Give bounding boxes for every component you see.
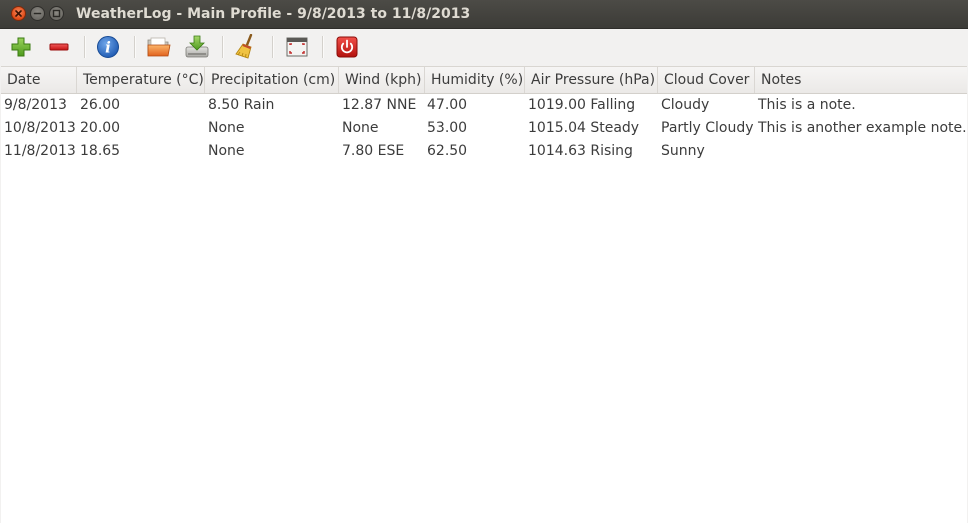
- cell-cloud-cover: Sunny: [661, 143, 705, 159]
- toolbar-separator: [134, 36, 136, 58]
- column-header-precipitation[interactable]: Precipitation (cm): [205, 67, 339, 93]
- cell-wind: 7.80 ESE: [342, 143, 405, 159]
- cell-date: 9/8/2013: [4, 97, 67, 113]
- column-header-air-pressure[interactable]: Air Pressure (hPa): [525, 67, 658, 93]
- import-button[interactable]: [146, 34, 172, 60]
- cell-date: 10/8/2013: [4, 120, 76, 136]
- cell-cloud-cover: Cloudy: [661, 97, 710, 113]
- remove-icon: [49, 43, 69, 51]
- records-table[interactable]: Date Temperature (°C) Precipitation (cm)…: [1, 66, 967, 523]
- column-header-wind[interactable]: Wind (kph): [339, 67, 425, 93]
- minimize-icon: [33, 12, 42, 15]
- fullscreen-icon: [286, 37, 308, 57]
- close-icon: [15, 10, 22, 17]
- cell-precipitation: None: [208, 143, 245, 159]
- cell-wind: None: [342, 120, 379, 136]
- toolbar-separator: [322, 36, 324, 58]
- close-window-button[interactable]: [11, 6, 26, 21]
- app-window: WeatherLog - Main Profile - 9/8/2013 to …: [0, 0, 968, 523]
- title-bar[interactable]: WeatherLog - Main Profile - 9/8/2013 to …: [0, 0, 968, 29]
- info-icon: i: [97, 36, 119, 58]
- cell-date: 11/8/2013: [4, 143, 76, 159]
- clear-data-button[interactable]: [233, 34, 259, 60]
- maximize-icon: [52, 9, 61, 18]
- column-header-notes[interactable]: Notes: [755, 67, 967, 93]
- toolbar-separator: [222, 36, 224, 58]
- column-header-date[interactable]: Date: [1, 67, 77, 93]
- cell-air-pressure: 1014.63 Rising: [528, 143, 633, 159]
- import-folder-icon: [147, 37, 171, 57]
- maximize-window-button[interactable]: [49, 6, 64, 21]
- table-row[interactable]: 10/8/2013 20.00 None None 53.00 1015.04 …: [1, 117, 967, 140]
- table-row[interactable]: 11/8/2013 18.65 None 7.80 ESE 62.50 1014…: [1, 140, 967, 163]
- minimize-window-button[interactable]: [30, 6, 45, 21]
- column-header-cloud-cover[interactable]: Cloud Cover: [658, 67, 755, 93]
- cell-air-pressure: 1019.00 Falling: [528, 97, 636, 113]
- cell-wind: 12.87 NNE: [342, 97, 417, 113]
- clear-broom-icon: [235, 34, 253, 59]
- toolbar: i: [0, 29, 968, 66]
- cell-humidity: 47.00: [427, 97, 468, 113]
- column-header-temperature[interactable]: Temperature (°C): [77, 67, 205, 93]
- export-button[interactable]: [184, 34, 210, 60]
- cell-air-pressure: 1015.04 Steady: [528, 120, 640, 136]
- table-row[interactable]: 9/8/2013 26.00 8.50 Rain 12.87 NNE 47.00…: [1, 94, 967, 117]
- toolbar-separator: [272, 36, 274, 58]
- cell-precipitation: 8.50 Rain: [208, 97, 275, 113]
- cell-precipitation: None: [208, 120, 245, 136]
- info-button[interactable]: i: [95, 34, 121, 60]
- cell-humidity: 62.50: [427, 143, 468, 159]
- window-title: WeatherLog - Main Profile - 9/8/2013 to …: [76, 6, 471, 22]
- cell-notes: This is a note.: [758, 97, 856, 113]
- add-record-button[interactable]: [8, 34, 34, 60]
- column-header-humidity[interactable]: Humidity (%): [425, 67, 525, 93]
- cell-temperature: 26.00: [80, 97, 121, 113]
- cell-cloud-cover: Partly Cloudy: [661, 120, 754, 136]
- exit-power-icon: [336, 36, 358, 58]
- export-download-icon: [185, 35, 209, 58]
- table-header: Date Temperature (°C) Precipitation (cm)…: [1, 67, 967, 94]
- exit-button[interactable]: [334, 34, 360, 60]
- cell-temperature: 20.00: [80, 120, 121, 136]
- cell-notes: This is another example note.: [758, 120, 967, 136]
- toolbar-separator: [84, 36, 86, 58]
- remove-record-button[interactable]: [46, 34, 72, 60]
- svg-text:i: i: [105, 39, 111, 57]
- fullscreen-button[interactable]: [284, 34, 310, 60]
- cell-humidity: 53.00: [427, 120, 468, 136]
- add-icon: [11, 37, 31, 57]
- cell-temperature: 18.65: [80, 143, 121, 159]
